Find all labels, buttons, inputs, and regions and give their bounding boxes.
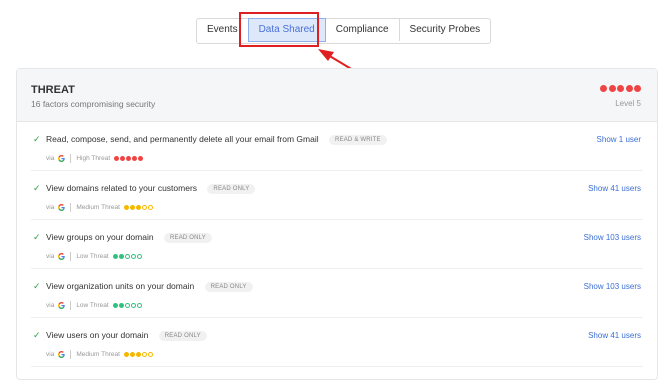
threat-dot-empty (136, 254, 142, 259)
permission-meta: via Medium Threat (46, 203, 153, 212)
permission-row: ✓ View users on your domain READ ONLY vi… (31, 318, 643, 367)
threat-level-dots (112, 254, 142, 259)
check-icon: ✓ (33, 330, 41, 340)
threat-label: High Threat (76, 155, 111, 162)
threat-dot-filled (123, 352, 129, 357)
show-users-link[interactable]: Show 103 users (584, 282, 641, 291)
threat-label: Medium Threat (76, 204, 120, 211)
permission-meta: via Low Threat (46, 252, 142, 261)
permission-text: View organization units on your domain (46, 281, 195, 291)
threat-dot-empty (147, 352, 153, 357)
permission-meta: via High Threat (46, 154, 144, 163)
threat-title: THREAT (31, 84, 75, 96)
threat-dot-empty (141, 205, 147, 210)
permission-row: ✓ View organization units on your domain… (31, 269, 643, 318)
threat-label: Low Threat (76, 302, 109, 309)
divider (70, 301, 72, 310)
threat-level-indicator (600, 85, 641, 92)
permission-row: ✓ View domains related to your customers… (31, 171, 643, 220)
show-users-link[interactable]: Show 1 user (597, 135, 641, 144)
threat-dot-empty (136, 303, 142, 308)
permission-text: View domains related to your customers (46, 183, 198, 193)
permission-row: ✓ Read, compose, send, and permanently d… (31, 122, 643, 171)
threat-dot-empty (130, 303, 136, 308)
access-badge: READ ONLY (158, 331, 207, 341)
threat-level-dots (123, 205, 153, 210)
threat-dot-empty (147, 205, 153, 210)
via-label: via (46, 155, 55, 162)
divider (70, 203, 72, 212)
threat-header: THREAT 16 factors compromising security … (17, 69, 657, 122)
threat-dot-filled (132, 156, 138, 161)
show-users-link[interactable]: Show 41 users (588, 331, 641, 340)
via-label: via (46, 302, 55, 309)
check-icon: ✓ (33, 232, 41, 242)
threat-dot-filled (118, 254, 124, 259)
threat-label: Medium Threat (76, 351, 120, 358)
threat-dot-empty (124, 254, 130, 259)
threat-dot-filled (129, 352, 135, 357)
threat-dot-filled (123, 205, 129, 210)
level-dot (608, 85, 616, 92)
divider (70, 350, 72, 359)
check-icon: ✓ (33, 134, 41, 144)
access-badge: READ ONLY (163, 233, 212, 243)
check-icon: ✓ (33, 183, 41, 193)
threat-dot-filled (114, 156, 120, 161)
threat-dot-filled (120, 156, 126, 161)
threat-subtitle: 16 factors compromising security (31, 99, 156, 109)
permission-meta: via Low Threat (46, 301, 142, 310)
threat-level-dots (112, 303, 142, 308)
divider (70, 154, 72, 163)
threat-level-dots (123, 352, 153, 357)
threat-level-dots (114, 156, 144, 161)
threat-dot-filled (129, 205, 135, 210)
threat-label: Low Threat (76, 253, 109, 260)
permission-title: View users on your domain READ ONLY (46, 330, 207, 341)
divider (70, 252, 72, 261)
level-dot (634, 85, 641, 92)
threat-dot-filled (135, 205, 141, 210)
threat-dot-empty (141, 352, 147, 357)
threat-dot-empty (124, 303, 130, 308)
show-users-link[interactable]: Show 41 users (588, 184, 641, 193)
threat-dot-filled (112, 303, 118, 308)
access-badge: READ & WRITE (328, 135, 387, 145)
permission-text: View users on your domain (46, 330, 149, 340)
permission-text: View groups on your domain (46, 232, 154, 242)
access-badge: READ ONLY (207, 184, 256, 194)
show-users-link[interactable]: Show 103 users (584, 233, 641, 242)
google-icon (58, 253, 66, 260)
google-icon (58, 155, 66, 162)
google-icon (58, 351, 66, 358)
threat-dot-filled (112, 254, 118, 259)
threat-card: THREAT 16 factors compromising security … (16, 68, 658, 380)
level-dot (625, 85, 633, 92)
via-label: via (46, 351, 55, 358)
via-label: via (46, 253, 55, 260)
permission-row: ✓ View groups on your domain READ ONLY v… (31, 220, 643, 269)
permission-title: View organization units on your domain R… (46, 281, 253, 292)
google-icon (58, 302, 66, 309)
access-badge: READ ONLY (204, 282, 253, 292)
threat-level-label: Level 5 (615, 99, 641, 108)
permission-title: View groups on your domain READ ONLY (46, 232, 212, 243)
threat-dot-filled (126, 156, 132, 161)
level-dot (600, 85, 607, 92)
via-label: via (46, 204, 55, 211)
permission-meta: via Medium Threat (46, 350, 153, 359)
level-dot (617, 85, 624, 92)
permission-title: View domains related to your customers R… (46, 183, 256, 194)
check-icon: ✓ (33, 281, 41, 291)
threat-dot-filled (135, 352, 141, 357)
permission-title: Read, compose, send, and permanently del… (46, 134, 387, 145)
threat-dot-filled (118, 303, 124, 308)
permission-text: Read, compose, send, and permanently del… (46, 134, 319, 144)
threat-dot-filled (138, 156, 144, 161)
google-icon (58, 204, 66, 211)
threat-dot-empty (130, 254, 136, 259)
